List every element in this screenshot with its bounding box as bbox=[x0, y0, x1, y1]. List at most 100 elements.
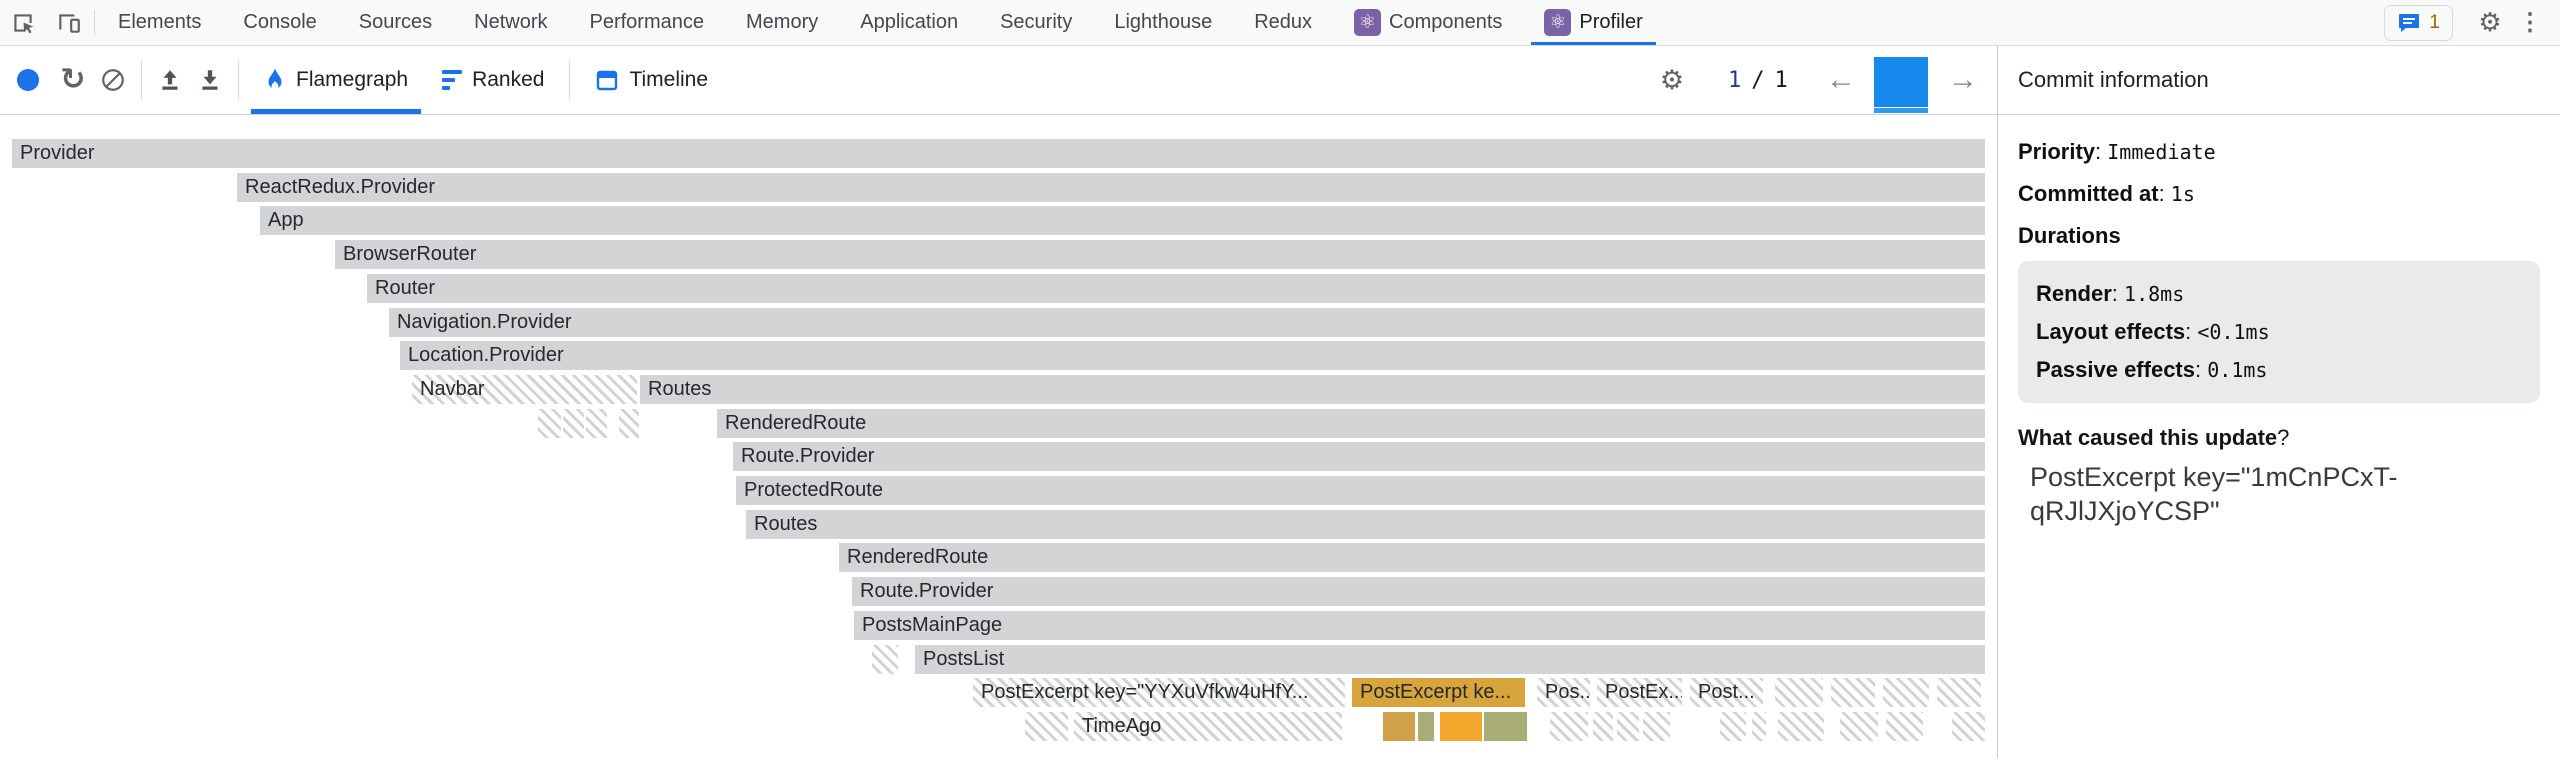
flame-bar-router[interactable]: Router bbox=[367, 274, 1985, 303]
record-button[interactable] bbox=[17, 69, 39, 91]
commit-pager: 1 / 1 bbox=[1728, 46, 1788, 114]
ptab-label: Timeline bbox=[629, 68, 708, 92]
ptab-label: Flamegraph bbox=[296, 68, 408, 92]
flame-bar-browserrouter[interactable]: BrowserRouter bbox=[335, 240, 1985, 269]
tab-redux[interactable]: Redux bbox=[1233, 0, 1333, 45]
profiler-settings-gear-button[interactable]: ⚙ bbox=[1652, 60, 1692, 100]
tab-label: Console bbox=[243, 11, 316, 34]
layout-effects-label: Layout effects bbox=[2036, 319, 2185, 344]
tab-console[interactable]: Console bbox=[222, 0, 337, 45]
devtools-tabbar: Elements Console Sources Network Perform… bbox=[0, 0, 2560, 46]
flame-bar[interactable] bbox=[1720, 712, 1746, 741]
what-caused-value[interactable]: PostExcerpt key="1mCnPCxT-qRJlJXjoYCSP" bbox=[2018, 461, 2418, 529]
flame-bar-postslist[interactable]: PostsList bbox=[915, 645, 1985, 674]
flame-bar[interactable] bbox=[1383, 712, 1415, 741]
flame-bar[interactable] bbox=[1418, 712, 1434, 741]
flame-bar[interactable] bbox=[619, 409, 639, 438]
tab-sources[interactable]: Sources bbox=[338, 0, 453, 45]
flamegraph: Provider ReactRedux.Provider App BrowserRou… bbox=[0, 115, 1997, 758]
flame-bar-reactredux.provider[interactable]: ReactRedux.Provider bbox=[237, 173, 1985, 202]
inspect-cursor-icon bbox=[10, 10, 36, 36]
profiler-content: Provider ReactRedux.Provider App BrowserRou… bbox=[0, 115, 2560, 758]
flame-bar-postex...[interactable]: PostEx... bbox=[1597, 678, 1682, 707]
flame-bar[interactable] bbox=[1952, 712, 1985, 741]
flame-bar-navbar[interactable]: Navbar bbox=[412, 375, 637, 404]
tab-flamegraph[interactable]: Flamegraph bbox=[247, 46, 425, 114]
flame-bar[interactable] bbox=[586, 409, 607, 438]
flame-bar[interactable] bbox=[1593, 712, 1613, 741]
load-profile-button[interactable] bbox=[150, 60, 190, 100]
durations-label: Durations bbox=[2018, 223, 2121, 248]
tab-performance[interactable]: Performance bbox=[569, 0, 726, 45]
tab-application[interactable]: Application bbox=[839, 0, 979, 45]
flame-bar[interactable] bbox=[1883, 678, 1929, 707]
save-profile-button[interactable] bbox=[190, 60, 230, 100]
tab-timeline[interactable]: Timeline bbox=[578, 46, 725, 114]
tab-security[interactable]: Security bbox=[979, 0, 1093, 45]
render-value: 1.8ms bbox=[2124, 282, 2184, 306]
pager-total: 1 bbox=[1775, 68, 1788, 93]
chat-bubble-icon bbox=[2397, 11, 2421, 35]
flame-bar-navigation.provider[interactable]: Navigation.Provider bbox=[389, 308, 1985, 337]
flame-bar[interactable] bbox=[1643, 712, 1670, 741]
tab-label: Application bbox=[860, 11, 958, 34]
flame-bar-postsmainpage[interactable]: PostsMainPage bbox=[854, 611, 1985, 640]
commit-selected-underline bbox=[1874, 108, 1928, 113]
inspect-element-button[interactable] bbox=[0, 0, 46, 45]
flame-bar-post...[interactable]: Post... bbox=[1690, 678, 1763, 707]
flame-bar-pos...[interactable]: Pos... bbox=[1537, 678, 1590, 707]
tab-label: Security bbox=[1000, 11, 1072, 34]
flame-bar[interactable] bbox=[1831, 678, 1875, 707]
more-options-button[interactable]: ⋮ bbox=[2510, 3, 2550, 43]
tab-elements[interactable]: Elements bbox=[97, 0, 222, 45]
flame-bar-renderedroute[interactable]: RenderedRoute bbox=[717, 409, 1985, 438]
flame-bar[interactable] bbox=[1778, 712, 1824, 741]
flame-bar-app[interactable]: App bbox=[260, 206, 1985, 235]
flame-bar[interactable] bbox=[538, 409, 561, 438]
flame-bar[interactable] bbox=[1025, 712, 1068, 741]
next-commit-button[interactable]: → bbox=[1948, 46, 1978, 114]
flame-bar-route.provider[interactable]: Route.Provider bbox=[852, 577, 1985, 606]
what-caused-label: What caused this update bbox=[2018, 425, 2277, 450]
flame-bar[interactable] bbox=[563, 409, 584, 438]
issues-badge-button[interactable]: 1 bbox=[2384, 5, 2453, 41]
flame-bar-renderedroute[interactable]: RenderedRoute bbox=[839, 543, 1985, 572]
device-toolbar-button[interactable] bbox=[46, 0, 92, 45]
tab-memory[interactable]: Memory bbox=[725, 0, 839, 45]
tab-profiler[interactable]: ⚛ Profiler bbox=[1523, 0, 1663, 45]
tab-ranked[interactable]: Ranked bbox=[425, 46, 561, 114]
ranked-bars-icon bbox=[442, 70, 462, 90]
settings-gear-button[interactable]: ⚙ bbox=[2470, 3, 2510, 43]
tab-lighthouse[interactable]: Lighthouse bbox=[1093, 0, 1233, 45]
flame-bar[interactable] bbox=[1886, 712, 1923, 741]
flame-bar[interactable] bbox=[1440, 712, 1482, 741]
flame-bar[interactable] bbox=[1550, 712, 1588, 741]
tabbar-divider bbox=[94, 10, 95, 35]
flame-bar-location.provider[interactable]: Location.Provider bbox=[400, 341, 1985, 370]
layout-effects-row: Layout effects: <0.1ms bbox=[2036, 313, 2522, 351]
flame-bar[interactable] bbox=[1484, 712, 1527, 741]
flame-bar[interactable] bbox=[1775, 678, 1823, 707]
flame-bar-route.provider[interactable]: Route.Provider bbox=[733, 442, 1985, 471]
reload-and-profile-button[interactable]: ↻ bbox=[53, 60, 93, 100]
react-icon: ⚛ bbox=[1544, 9, 1571, 36]
flame-bar[interactable] bbox=[1937, 678, 1981, 707]
flame-bar-postexcerpt[interactable]: PostExcerpt key="YYXuVfkw4uHfY... bbox=[973, 678, 1345, 707]
tab-components[interactable]: ⚛ Components bbox=[1333, 0, 1523, 45]
flame-bar-routes[interactable]: Routes bbox=[746, 510, 1985, 539]
flame-bar[interactable] bbox=[1752, 712, 1766, 741]
pager-separator: / bbox=[1751, 68, 1764, 93]
flame-bar[interactable] bbox=[1617, 712, 1639, 741]
commit-selector-bar[interactable] bbox=[1874, 57, 1928, 107]
committed-at-row: Committed at: 1s bbox=[2018, 181, 2540, 207]
flame-bar-timeago[interactable]: TimeAgo bbox=[1074, 712, 1342, 741]
flame-bar-postexcerpt[interactable]: PostExcerpt ke... bbox=[1352, 678, 1525, 707]
flame-bar[interactable] bbox=[1840, 712, 1878, 741]
flame-bar[interactable] bbox=[872, 645, 898, 674]
flame-bar-protectedroute[interactable]: ProtectedRoute bbox=[736, 476, 1985, 505]
clear-profile-button[interactable] bbox=[93, 60, 133, 100]
tab-network[interactable]: Network bbox=[453, 0, 568, 45]
previous-commit-button[interactable]: ← bbox=[1826, 46, 1856, 114]
flame-bar-routes[interactable]: Routes bbox=[640, 375, 1985, 404]
flame-bar-provider[interactable]: Provider bbox=[12, 139, 1985, 168]
